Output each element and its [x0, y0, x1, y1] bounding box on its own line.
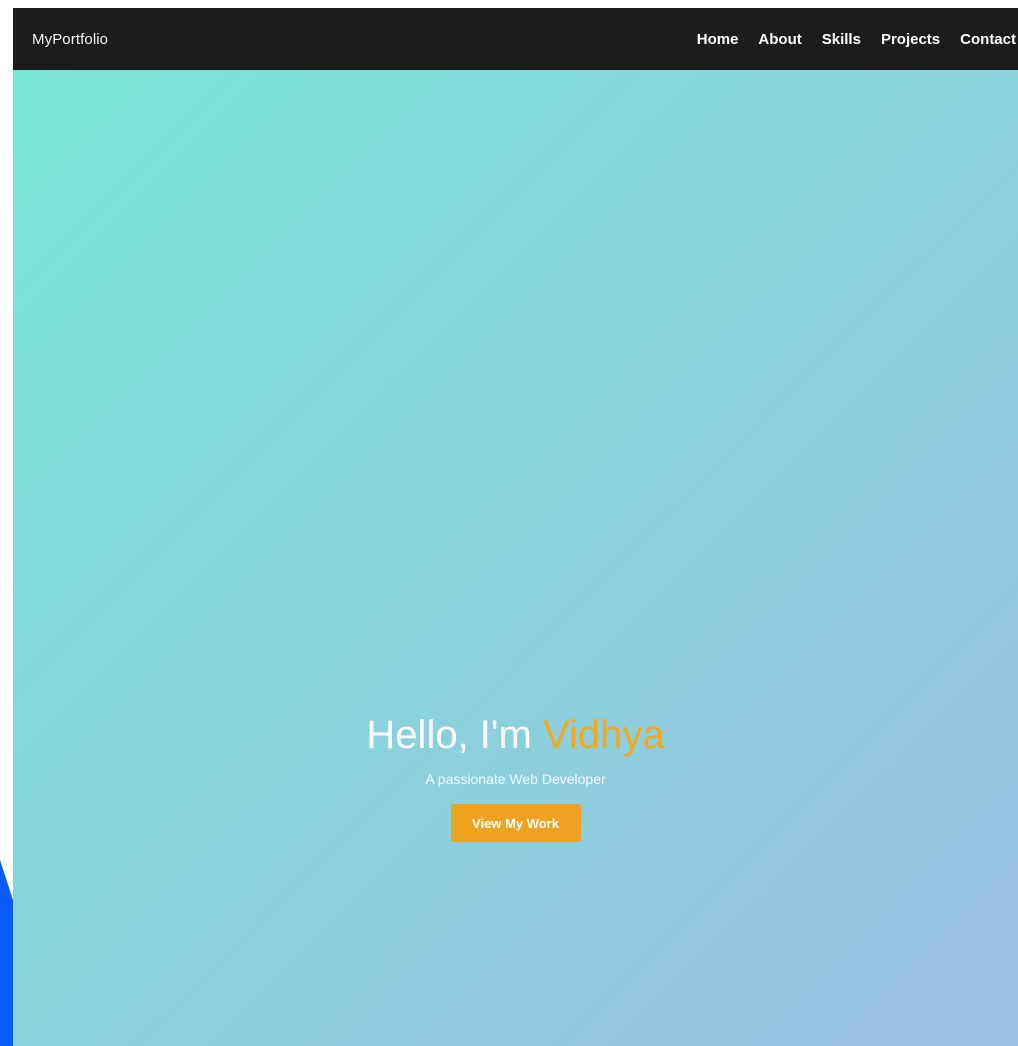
hero-name: Vidhya [542, 713, 665, 757]
view-my-work-button[interactable]: View My Work [450, 804, 581, 842]
hero-title: Hello, I'm Vidhya [13, 710, 1018, 760]
hero-greeting: Hello, I'm [366, 713, 543, 757]
nav-links: Home About Skills Projects Contact [697, 31, 1018, 48]
navbar: MyPortfolio Home About Skills Projects C… [13, 8, 1018, 70]
nav-link-about[interactable]: About [758, 31, 801, 48]
nav-link-skills[interactable]: Skills [822, 31, 861, 48]
hero-subtitle: A passionate Web Developer [425, 771, 606, 787]
hero-content: Hello, I'm Vidhya A passionate Web Devel… [13, 710, 1018, 842]
nav-link-home[interactable]: Home [697, 31, 739, 48]
hero-section: Hello, I'm Vidhya A passionate Web Devel… [13, 70, 1018, 1046]
nav-link-contact[interactable]: Contact [960, 31, 1016, 48]
brand-logo[interactable]: MyPortfolio [32, 31, 108, 48]
page: MyPortfolio Home About Skills Projects C… [0, 0, 1018, 1046]
nav-link-projects[interactable]: Projects [881, 31, 940, 48]
blue-accent-shape [0, 860, 13, 1046]
